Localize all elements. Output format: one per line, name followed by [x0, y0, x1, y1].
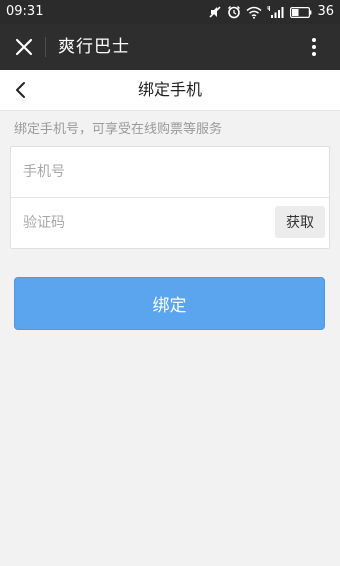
app-bar-divider — [45, 37, 46, 57]
phone-row — [11, 147, 329, 198]
bind-button[interactable]: 绑定 — [14, 277, 325, 330]
signal-4g-icon — [267, 5, 285, 19]
status-icons: 36 — [208, 3, 334, 21]
bind-phone-form: 获取 — [10, 146, 330, 249]
app-bar: 爽行巴士 — [0, 24, 340, 70]
wifi-icon — [246, 6, 262, 19]
code-row: 获取 — [11, 198, 329, 248]
hint-text: 绑定手机号，可享受在线购票等服务 — [14, 122, 223, 137]
verification-code-input[interactable] — [23, 210, 263, 236]
close-icon — [15, 38, 33, 56]
page-title: 绑定手机 — [137, 80, 202, 99]
mute-icon — [208, 5, 222, 19]
app-title: 爽行巴士 — [58, 37, 130, 57]
alarm-icon — [227, 5, 241, 19]
battery-level: 36 — [317, 4, 334, 19]
close-button[interactable] — [8, 31, 40, 63]
get-code-button[interactable]: 获取 — [275, 206, 325, 238]
page-header: 绑定手机 — [0, 70, 340, 111]
battery-icon — [290, 6, 312, 18]
more-button[interactable] — [298, 31, 330, 63]
phone-input[interactable] — [23, 159, 313, 185]
status-bar: 09:31 36 — [0, 0, 340, 24]
more-vertical-icon — [312, 38, 316, 56]
status-time: 09:31 — [6, 4, 44, 19]
